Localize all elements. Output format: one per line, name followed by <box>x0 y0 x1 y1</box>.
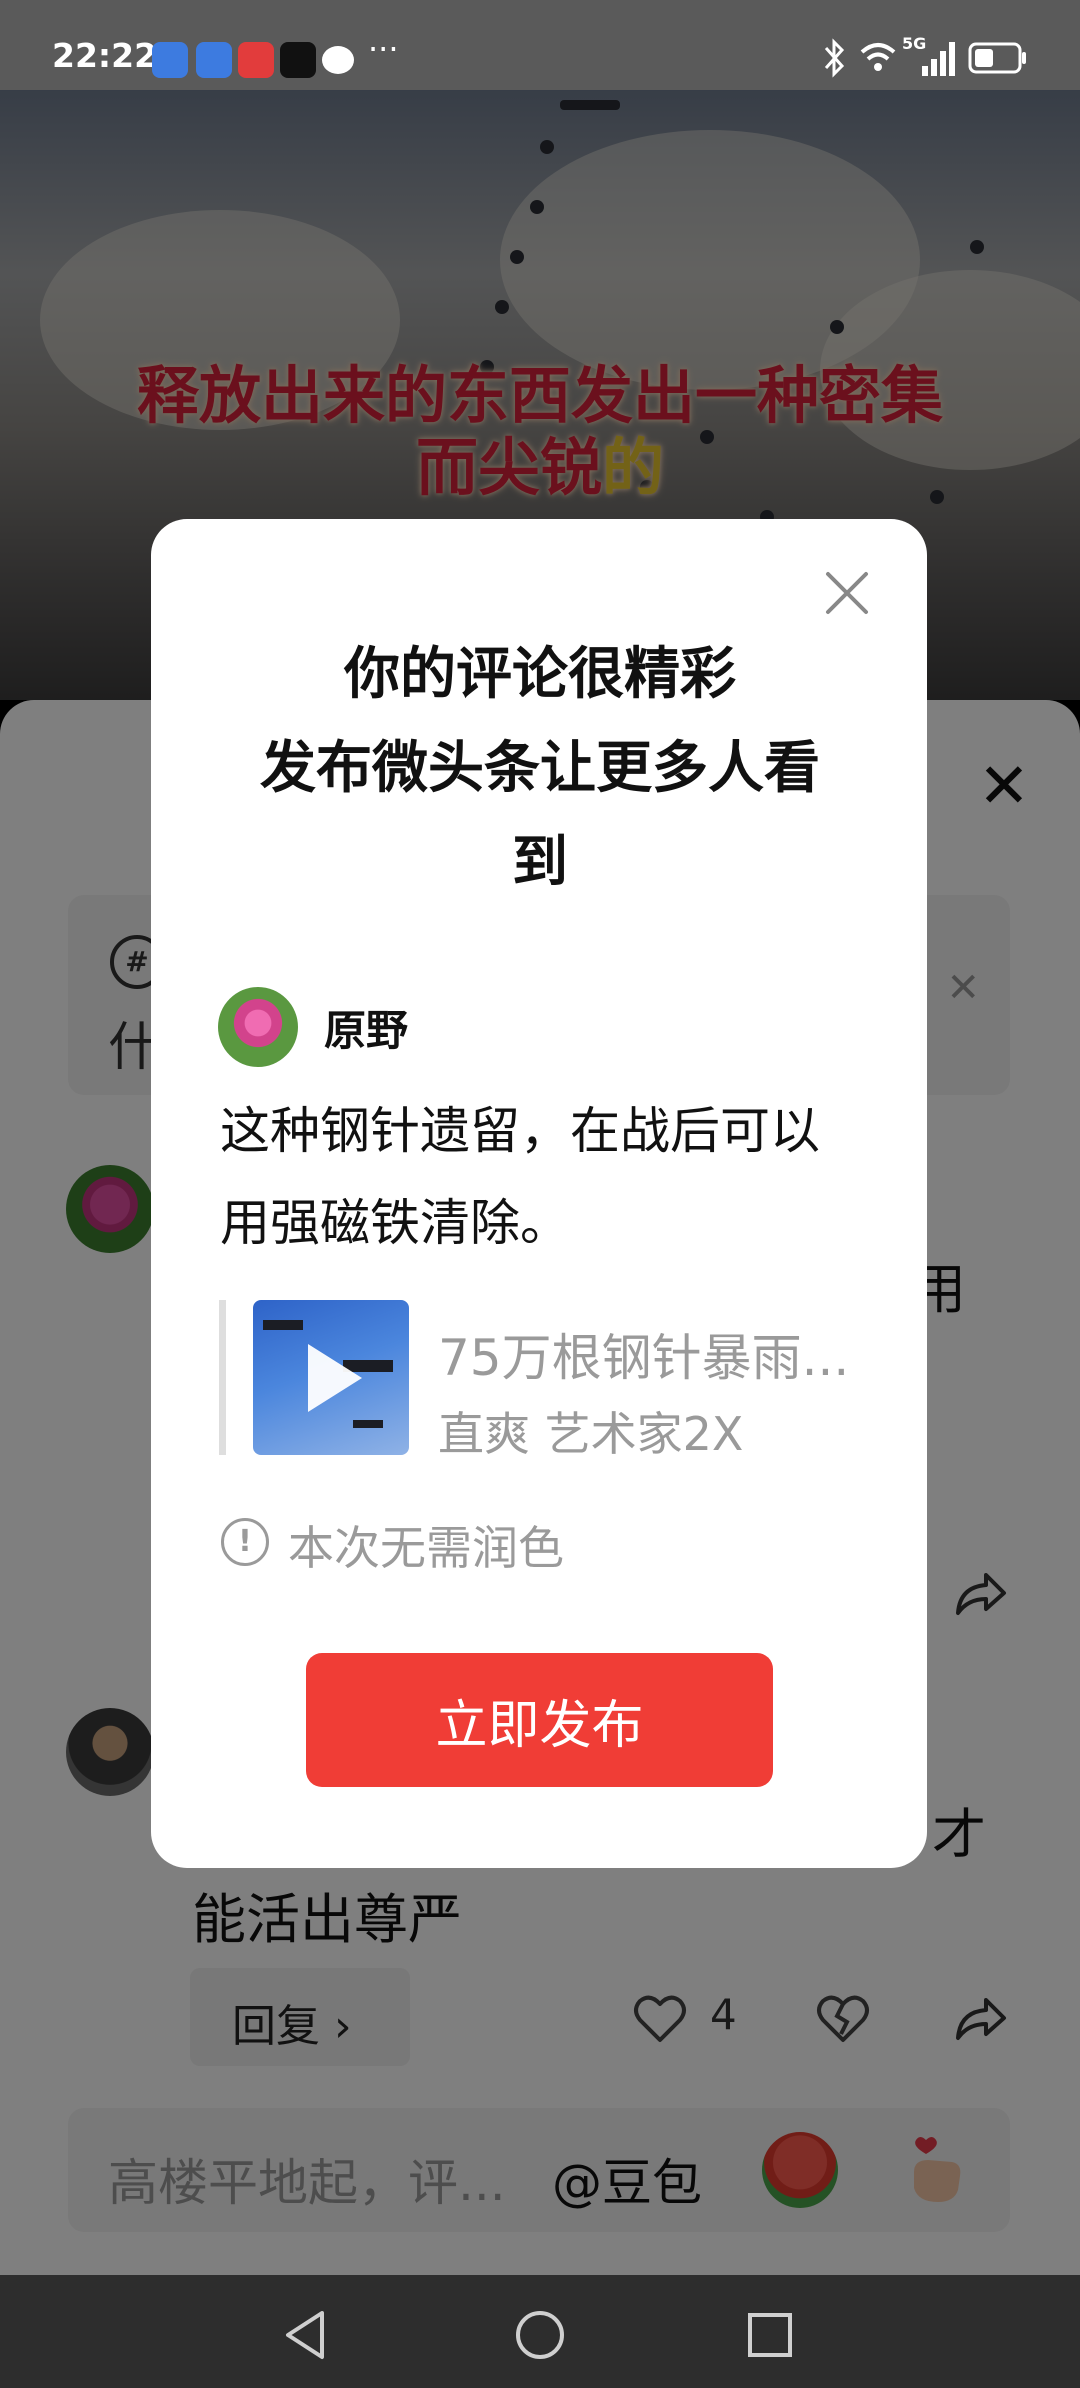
quote-bar <box>219 1300 226 1455</box>
publish-button[interactable]: 立即发布 <box>306 1653 773 1787</box>
bluetooth-icon <box>824 38 845 78</box>
browser-icon <box>196 42 232 78</box>
home-icon[interactable] <box>514 2309 566 2361</box>
signal-icon <box>922 42 955 76</box>
dialog-close-icon[interactable] <box>822 568 872 618</box>
tiktok-icon <box>280 42 316 78</box>
dialog-title: 你的评论很精彩 发布微头条让更多人看 到 <box>175 628 905 910</box>
dialog-username: 原野 <box>324 1006 409 1055</box>
status-time: 22:22 <box>52 36 158 75</box>
avatar <box>218 987 298 1067</box>
dialog-title-line-2: 发布微头条让更多人看 <box>260 736 820 801</box>
more-notifications-icon: ··· <box>368 30 399 68</box>
toutiao-icon <box>238 42 274 78</box>
aircraft <box>353 1420 383 1428</box>
message-icon <box>322 46 354 74</box>
dialog-video-title: 75万根钢针暴雨... <box>438 1329 850 1387</box>
wifi-icon <box>860 43 896 71</box>
video-thumbnail[interactable] <box>253 1300 409 1455</box>
status-bar: 22:22 ··· 5G <box>0 0 1080 90</box>
dialog-video-author: 直爽 艺术家2X <box>438 1407 744 1461</box>
back-icon[interactable] <box>282 2309 330 2361</box>
dialog-title-line-1: 你的评论很精彩 <box>344 642 736 707</box>
recents-icon[interactable] <box>746 2311 794 2359</box>
dialog-title-line-3: 到 <box>512 830 568 895</box>
dialog-comment-text: 这种钢针遗留，在战后可以用强磁铁清除。 <box>220 1102 820 1252</box>
browser-icon <box>152 42 188 78</box>
aircraft <box>263 1320 303 1330</box>
navigation-bar <box>0 2275 1080 2388</box>
play-icon <box>308 1344 362 1412</box>
battery-icon <box>968 42 1026 74</box>
dialog-info-text: 本次无需润色 <box>288 1521 564 1575</box>
info-icon: ! <box>221 1518 269 1566</box>
